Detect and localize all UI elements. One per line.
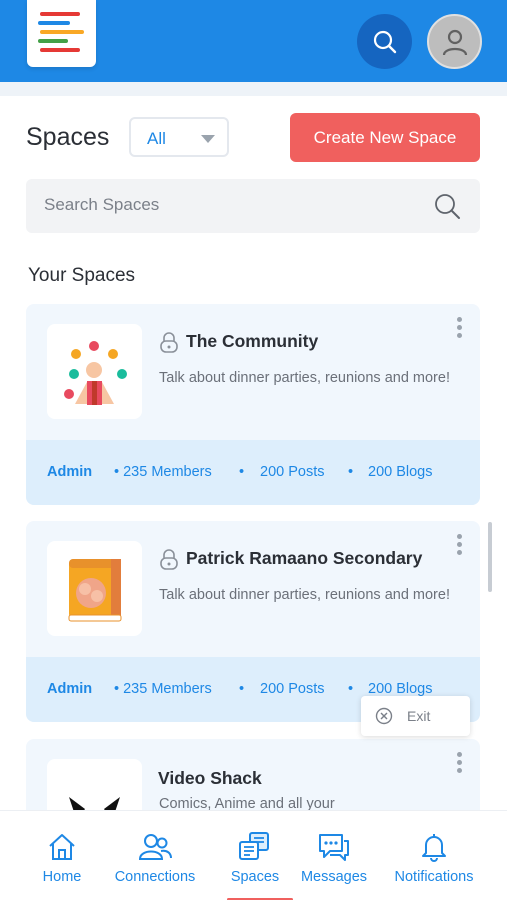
space-members: • 235 Members: [114, 464, 212, 480]
top-app-bar: [0, 0, 507, 82]
separator-dot: •: [239, 681, 245, 697]
exit-button[interactable]: Exit: [361, 696, 470, 736]
create-new-space-button[interactable]: Create New Space: [290, 113, 480, 162]
logo-stripe: [38, 21, 70, 25]
space-card[interactable]: The Community Talk about dinner parties,…: [26, 304, 480, 505]
user-avatar-button[interactable]: [427, 14, 482, 69]
space-role: Admin: [47, 464, 93, 480]
search-icon: [373, 30, 396, 53]
space-blogs: 200 Blogs: [368, 681, 433, 697]
separator-dot: •: [348, 464, 354, 480]
search-icon[interactable]: [432, 191, 462, 221]
more-options-icon[interactable]: [457, 317, 463, 341]
space-name[interactable]: Patrick Ramaano Secondary: [186, 548, 422, 569]
header-shadow-strip: [0, 82, 507, 96]
video-character-icon: [69, 797, 120, 810]
space-stats-bar: Admin • 235 Members • 200 Posts • 200 Bl…: [26, 440, 480, 505]
space-description: Talk about dinner parties, reunions and …: [159, 587, 450, 603]
search-spaces-input[interactable]: Search Spaces: [26, 179, 480, 233]
user-avatar-icon: [442, 29, 467, 55]
nav-item-connections[interactable]: Connections: [105, 811, 205, 900]
nav-item-notifications[interactable]: Notifications: [384, 811, 484, 900]
space-card[interactable]: Patrick Ramaano Secondary Talk about din…: [26, 521, 480, 722]
nav-item-messages[interactable]: Messages: [296, 811, 372, 900]
lock-icon: [160, 332, 178, 353]
space-filter-dropdown[interactable]: All: [129, 117, 229, 157]
space-description: Comics, Anime and all your: [159, 796, 335, 810]
lock-icon: [160, 549, 178, 570]
logo-stripe: [40, 12, 80, 16]
space-members: • 235 Members: [114, 681, 212, 697]
space-name[interactable]: The Community: [186, 331, 318, 352]
space-card[interactable]: Video Shack Comics, Anime and all your: [26, 739, 480, 810]
close-icon: [375, 707, 393, 725]
space-thumbnail: [47, 759, 142, 810]
space-description: Talk about dinner parties, reunions and …: [159, 370, 450, 386]
header-search-button[interactable]: [357, 14, 412, 69]
search-placeholder: Search Spaces: [44, 195, 160, 214]
logo-stripe: [40, 30, 84, 34]
section-title-your-spaces: Your Spaces: [28, 265, 136, 286]
separator-dot: •: [239, 464, 245, 480]
brain-book-icon: [68, 559, 122, 622]
nav-label: Home: [42, 869, 82, 885]
home-icon: [49, 834, 75, 860]
space-role: Admin: [47, 681, 93, 697]
space-name[interactable]: Video Shack: [158, 768, 262, 789]
connections-icon: [138, 834, 172, 860]
nav-label: Notifications: [394, 869, 474, 885]
nav-label: Connections: [114, 869, 196, 885]
app-logo[interactable]: [27, 0, 96, 67]
nav-label: Messages: [300, 869, 368, 885]
filter-selected-value: All: [147, 129, 166, 148]
more-options-icon[interactable]: [457, 534, 463, 558]
logo-stripe: [38, 39, 68, 43]
chevron-down-icon: [201, 135, 215, 143]
messages-icon: [319, 834, 349, 861]
scrollbar[interactable]: [488, 522, 492, 592]
space-thumbnail: [47, 541, 142, 636]
space-posts: 200 Posts: [260, 681, 325, 697]
juggler-icon: [64, 341, 127, 405]
exit-label: Exit: [407, 708, 431, 724]
nav-item-spaces[interactable]: Spaces: [222, 811, 288, 900]
spaces-icon: [239, 832, 269, 860]
nav-label: Spaces: [230, 869, 280, 885]
page-title: Spaces: [26, 123, 110, 151]
more-options-icon[interactable]: [457, 752, 463, 776]
logo-stripe: [40, 48, 80, 52]
bell-icon: [422, 834, 446, 862]
nav-item-home[interactable]: Home: [33, 811, 91, 900]
space-blogs: 200 Blogs: [368, 464, 433, 480]
bottom-navigation: Home Connections Spaces Messages Notific…: [0, 810, 507, 900]
separator-dot: •: [348, 681, 354, 697]
space-thumbnail: [47, 324, 142, 419]
space-posts: 200 Posts: [260, 464, 325, 480]
